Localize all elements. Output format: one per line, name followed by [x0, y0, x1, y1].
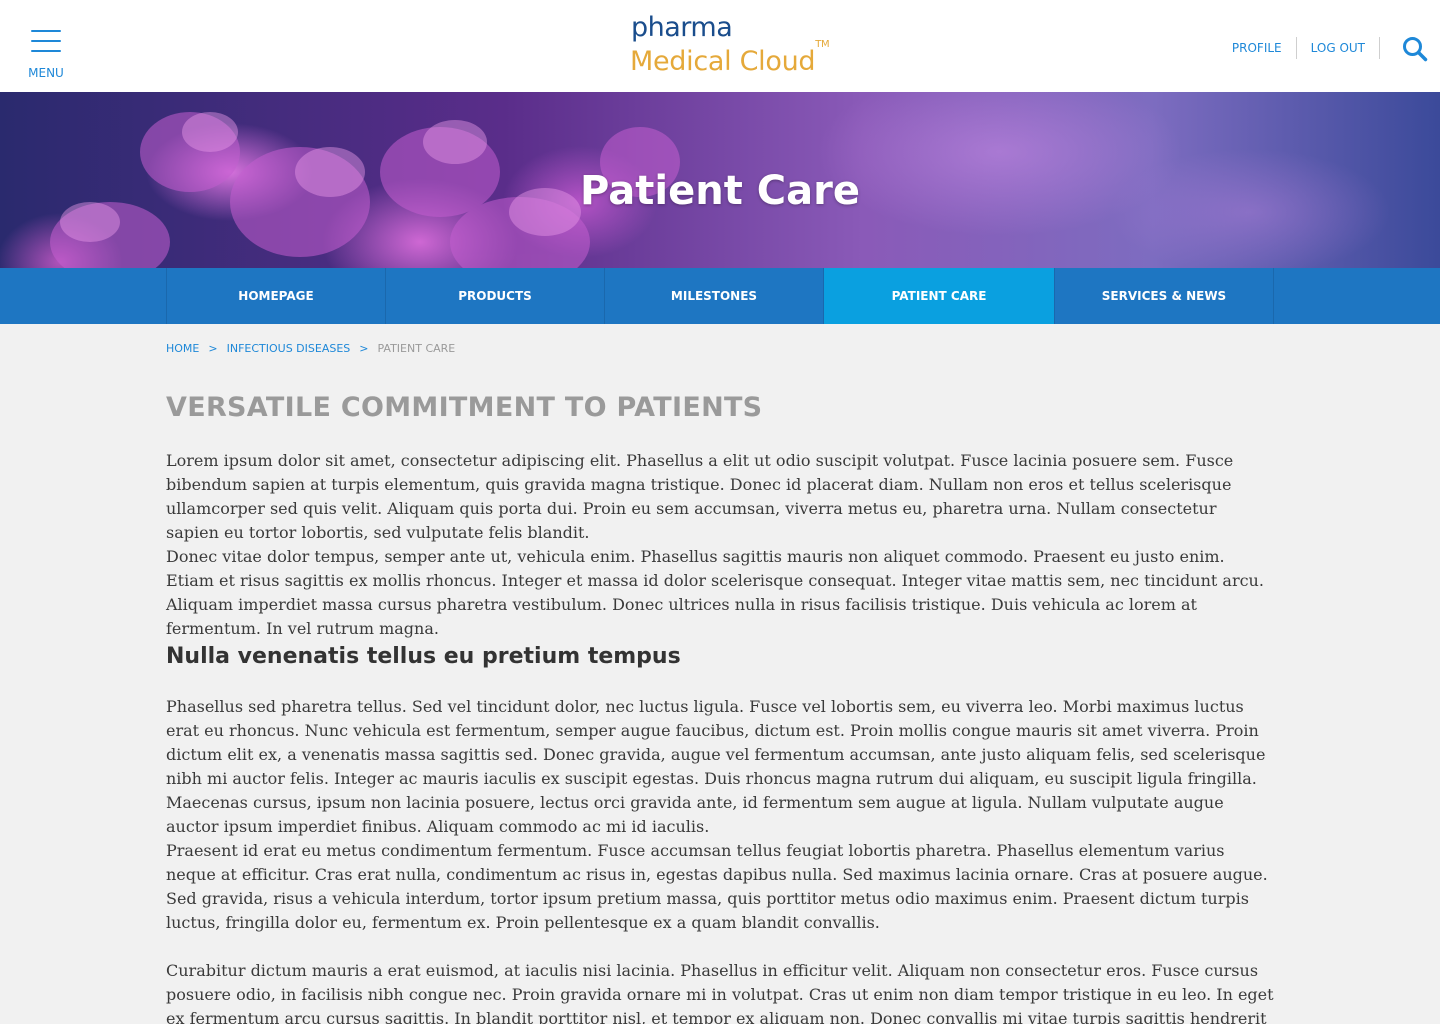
breadcrumb-infectious-diseases[interactable]: INFECTIOUS DISEASES	[227, 342, 351, 355]
nav-item-homepage[interactable]: HOMEPAGE	[167, 268, 386, 324]
logo-text-pharma: pharma	[631, 12, 733, 43]
site-header: MENU pharma Medical CloudTM PROFILE LOG …	[0, 0, 1440, 92]
body-paragraph: Phasellus sed pharetra tellus. Sed vel t…	[166, 697, 1266, 836]
nav-item-milestones[interactable]: MILESTONES	[605, 268, 824, 324]
breadcrumb-separator: >	[359, 342, 369, 355]
page-title: Patient Care	[580, 168, 860, 214]
pharma-medical-cloud-logo[interactable]: pharma Medical CloudTM	[630, 12, 830, 80]
body-paragraph: Curabitur dictum mauris a erat euismod, …	[166, 961, 1274, 1024]
search-icon[interactable]	[1402, 36, 1428, 62]
breadcrumb: HOME > INFECTIOUS DISEASES > PATIENT CAR…	[166, 342, 455, 355]
nav-item-products[interactable]: PRODUCTS	[386, 268, 605, 324]
breadcrumb-separator: >	[208, 342, 218, 355]
nav-item-patient-care[interactable]: PATIENT CARE	[824, 268, 1055, 324]
logout-link[interactable]: LOG OUT	[1297, 41, 1379, 55]
trademark-mark: TM	[815, 39, 830, 50]
hamburger-icon	[31, 30, 61, 52]
section-heading: VERSATILE COMMITMENT TO PATIENTS	[166, 392, 763, 423]
nav-item-services-news[interactable]: SERVICES & NEWS	[1055, 268, 1274, 324]
menu-button[interactable]: MENU	[28, 30, 64, 82]
account-links: PROFILE LOG OUT	[1218, 36, 1380, 60]
logo-text-medical-cloud: Medical CloudTM	[630, 39, 830, 77]
menu-label: MENU	[28, 66, 64, 80]
subsection-heading: Nulla venenatis tellus eu pretium tempus	[166, 644, 681, 669]
breadcrumb-home[interactable]: HOME	[166, 342, 199, 355]
profile-link[interactable]: PROFILE	[1218, 41, 1296, 55]
body-paragraph: Donec vitae dolor tempus, semper ante ut…	[166, 547, 1264, 638]
main-nav: HOMEPAGE PRODUCTS MILESTONES PATIENT CAR…	[0, 268, 1440, 324]
hero-banner: Patient Care	[0, 92, 1440, 268]
breadcrumb-current: PATIENT CARE	[377, 342, 456, 355]
body-paragraph: Praesent id erat eu metus condimentum fe…	[166, 841, 1268, 932]
link-divider	[1379, 37, 1380, 59]
body-paragraph: Lorem ipsum dolor sit amet, consectetur …	[166, 451, 1234, 542]
